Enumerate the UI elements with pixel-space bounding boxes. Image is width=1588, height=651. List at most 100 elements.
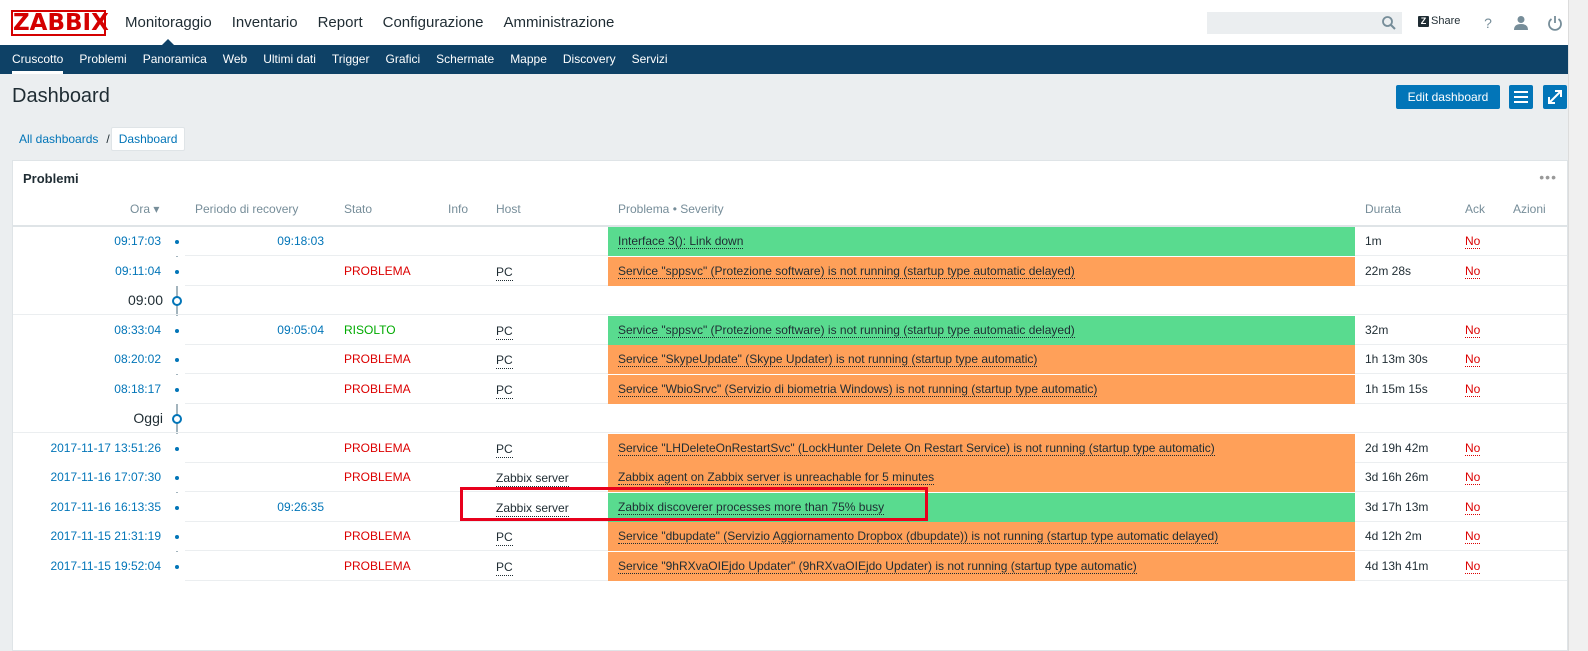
row-recovery-link[interactable]: 09:26:35 [193, 493, 324, 522]
row-problem-link[interactable]: Interface 3(): Link down [618, 234, 744, 249]
subnav-trigger[interactable]: Trigger [324, 45, 378, 74]
row-time-link[interactable]: 2017-11-16 16:13:35 [13, 493, 161, 522]
row-host-link[interactable]: PC [496, 559, 513, 576]
row-ack-link[interactable]: No [1465, 463, 1481, 492]
row-recovery-link[interactable] [193, 522, 324, 551]
subnav-discovery[interactable]: Discovery [555, 45, 624, 74]
subnav-web[interactable]: Web [215, 45, 255, 74]
search-icon[interactable] [1381, 15, 1397, 31]
row-time-link[interactable]: 08:20:02 [13, 345, 161, 374]
timeline-dot [175, 388, 179, 392]
fullscreen-button[interactable] [1543, 85, 1567, 109]
row-time-link[interactable]: 08:33:04 [13, 316, 161, 345]
row-ack-link[interactable]: No [1465, 493, 1481, 522]
row-problem-cell: Service "sppsvc" (Protezione software) i… [608, 257, 1355, 286]
row-ack-link[interactable]: No [1465, 316, 1481, 345]
zabbix-logo[interactable]: ZABBIX [11, 10, 109, 36]
help-icon[interactable]: ? [1478, 13, 1498, 33]
row-ack-label: No [1465, 352, 1481, 367]
row-ack-link[interactable]: No [1465, 375, 1481, 404]
row-recovery-link[interactable] [193, 375, 324, 404]
timeline-dot [175, 476, 179, 480]
row-problem-cell: Service "WbioSrvc" (Servizio di biometri… [608, 375, 1355, 404]
row-host-link[interactable]: PC [496, 323, 513, 340]
row-host-link[interactable]: PC [496, 441, 513, 458]
row-ack-link[interactable]: No [1465, 434, 1481, 463]
subnav-schermate[interactable]: Schermate [428, 45, 502, 74]
row-ack-label: No [1465, 234, 1481, 249]
subnav-mappe[interactable]: Mappe [502, 45, 555, 74]
nav-configurazione[interactable]: Configurazione [373, 0, 494, 45]
dashboard-actions-button[interactable] [1509, 85, 1533, 109]
row-ack-link[interactable]: No [1465, 552, 1481, 581]
row-host-link[interactable]: PC [496, 382, 513, 399]
row-recovery-link[interactable] [193, 552, 324, 581]
row-recovery-link[interactable]: 09:18:03 [193, 227, 324, 256]
row-problem-link[interactable]: Zabbix agent on Zabbix server is unreach… [618, 470, 935, 485]
user-profile-icon[interactable] [1511, 13, 1531, 33]
row-ack-label: No [1465, 323, 1481, 338]
share-link[interactable]: Z Share [1418, 15, 1460, 27]
edit-dashboard-button[interactable]: Edit dashboard [1396, 85, 1500, 109]
row-time-link[interactable]: 2017-11-17 13:51:26 [13, 434, 161, 463]
row-problem-link[interactable]: Service "dbupdate" (Servizio Aggiornamen… [618, 529, 1219, 544]
timeline-dot [175, 329, 179, 333]
main-nav: Monitoraggio Inventario Report Configura… [115, 0, 624, 45]
table-row: 08:33:04 09:05:04 RISOLTO PC Service "sppsvc… [13, 316, 1567, 345]
row-host-link[interactable]: PC [496, 264, 513, 281]
row-duration: 2d 19h 42m [1365, 441, 1429, 455]
logout-icon[interactable] [1545, 13, 1565, 33]
column-ora[interactable]: Ora ▾ [130, 202, 159, 216]
subnav-ultimi-dati[interactable]: Ultimi dati [255, 45, 324, 74]
subnav-servizi[interactable]: Servizi [624, 45, 676, 74]
row-time-link[interactable]: 09:11:04 [13, 257, 161, 286]
nav-report[interactable]: Report [308, 0, 373, 45]
row-host-link[interactable]: PC [496, 529, 513, 546]
row-problem-link[interactable]: Service "9hRXvaOIEjdo Updater" (9hRXvaOI… [618, 559, 1137, 574]
row-ack-link[interactable]: No [1465, 345, 1481, 374]
nav-monitoraggio[interactable]: Monitoraggio [115, 0, 222, 45]
row-problem-link[interactable]: Service "sppsvc" (Protezione software) i… [618, 323, 1075, 338]
row-ack-link[interactable]: No [1465, 257, 1481, 286]
row-time-link[interactable]: 2017-11-15 19:52:04 [13, 552, 161, 581]
row-time-link[interactable]: 2017-11-16 17:07:30 [13, 463, 161, 492]
table-row: 2017-11-15 19:52:04 PROBLEMA PC Service "9h… [13, 552, 1567, 581]
row-recovery-link[interactable]: 09:05:04 [193, 316, 324, 345]
row-recovery-link[interactable] [193, 257, 324, 286]
row-ack-label: No [1465, 500, 1481, 515]
row-ack-label: No [1465, 264, 1481, 279]
breadcrumb-all-dashboards[interactable]: All dashboards [12, 128, 105, 150]
row-time-link[interactable]: 08:18:17 [13, 375, 161, 404]
breadcrumb-dashboard[interactable]: Dashboard [110, 127, 186, 151]
subnav-problemi[interactable]: Problemi [71, 45, 134, 74]
row-host-link[interactable]: Zabbix server [496, 470, 569, 487]
row-ack-link[interactable]: No [1465, 522, 1481, 551]
nav-inventario[interactable]: Inventario [222, 0, 308, 45]
row-problem-link[interactable]: Service "LHDeleteOnRestartSvc" (LockHunt… [618, 441, 1215, 456]
row-host-link[interactable]: PC [496, 352, 513, 369]
vertical-scrollbar[interactable] [1568, 0, 1588, 651]
subnav-cruscotto[interactable]: Cruscotto [4, 45, 71, 74]
row-problem-link[interactable]: Service "SkypeUpdate" (Skype Updater) is… [618, 352, 1038, 367]
widget-header: Problemi ••• [13, 161, 1567, 196]
column-info: Info [448, 202, 469, 216]
subnav-grafici[interactable]: Grafici [377, 45, 428, 74]
row-ack-link[interactable]: No [1465, 227, 1481, 256]
row-recovery-link[interactable] [193, 463, 324, 492]
search-input[interactable] [1207, 12, 1402, 34]
row-recovery-link[interactable] [193, 434, 324, 463]
row-recovery-link[interactable] [193, 345, 324, 374]
row-time-link[interactable]: 09:17:03 [13, 227, 161, 256]
column-stato: Stato [344, 202, 373, 216]
row-problem-link[interactable]: Service "WbioSrvc" (Servizio di biometri… [618, 382, 1098, 397]
table-row: 2017-11-15 21:31:19 PROBLEMA PC Service "db… [13, 522, 1567, 551]
fullscreen-icon [1548, 90, 1562, 104]
subnav-panoramica[interactable]: Panoramica [135, 45, 215, 74]
row-time-link[interactable]: 2017-11-15 21:31:19 [13, 522, 161, 551]
row-problem-link[interactable]: Service "sppsvc" (Protezione software) i… [618, 264, 1075, 279]
timeline-dot [175, 565, 179, 569]
widget-menu-icon[interactable]: ••• [1539, 169, 1557, 185]
timeline-dot [175, 447, 179, 451]
nav-amministrazione[interactable]: Amministrazione [494, 0, 625, 45]
row-problem-cell: Service "dbupdate" (Servizio Aggiornamen… [608, 522, 1355, 551]
